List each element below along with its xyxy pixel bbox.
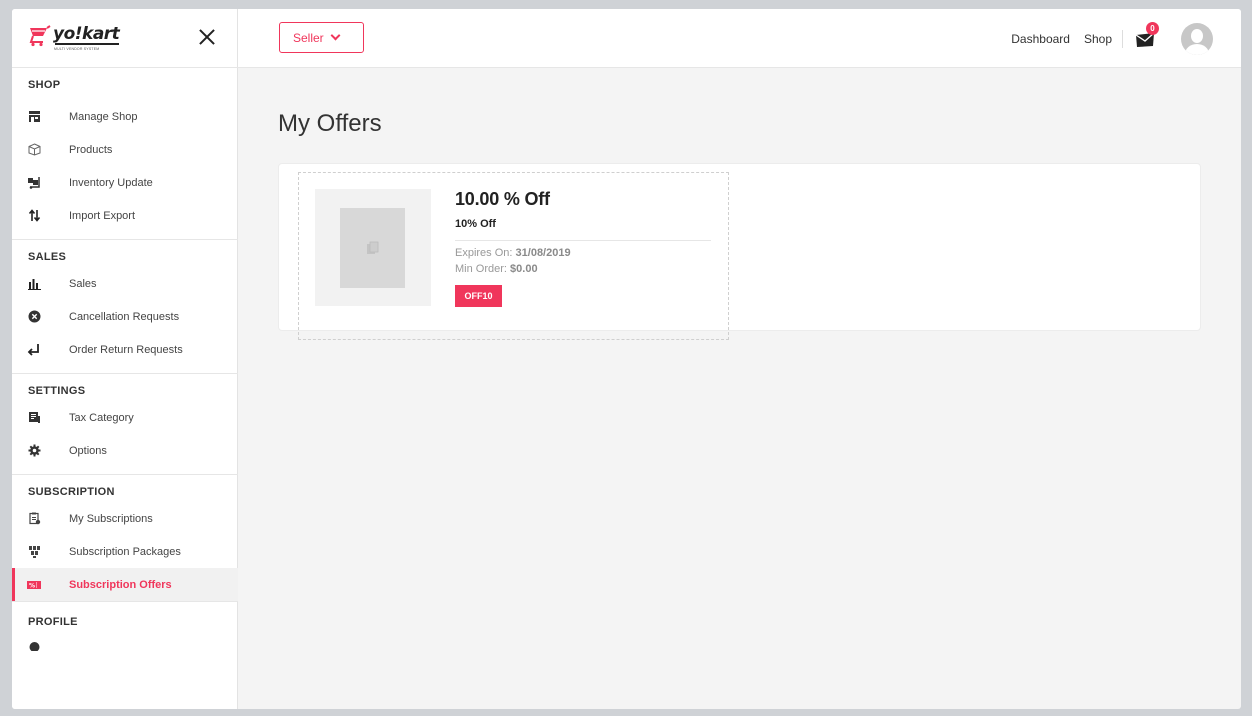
sort-arrows-icon: [27, 209, 41, 223]
sidebar-item-subscription-packages[interactable]: Subscription Packages: [12, 535, 238, 568]
role-selector-label: Seller: [293, 30, 324, 45]
close-sidebar-button[interactable]: [198, 28, 216, 46]
sidebar-item-sales[interactable]: Sales: [12, 267, 238, 300]
chevron-down-icon: [330, 30, 341, 41]
clipboard-icon: [27, 512, 41, 526]
cart-logo-icon: [29, 25, 51, 47]
sidebar-item-inventory-update[interactable]: Inventory Update: [12, 166, 238, 199]
divider: [1122, 29, 1123, 48]
section-title-text: SUBSCRIPTION: [28, 486, 115, 498]
logo-area: yo!kart MULTI VENDOR SYSTEM: [12, 9, 238, 68]
sidebar-item-label: Sales: [69, 277, 97, 290]
min-order-value: $0.00: [510, 263, 538, 275]
avatar-head: [1191, 28, 1203, 43]
sidebar-item-import-export[interactable]: Import Export: [12, 199, 238, 232]
sidebar-item-order-return-requests[interactable]: Order Return Requests: [12, 333, 238, 366]
sidebar-item-label: Options: [69, 444, 107, 457]
offer-subtitle: 10% Off: [455, 218, 496, 230]
sidebar-item-options[interactable]: Options: [12, 434, 238, 467]
notification-badge: 0: [1146, 21, 1159, 35]
sidebar-item-label: Manage Shop: [69, 110, 138, 123]
section-title-text: SALES: [28, 251, 67, 263]
svg-text:%: %: [29, 582, 35, 589]
brand-tagline: MULTI VENDOR SYSTEM: [54, 47, 100, 51]
top-links: Dashboard Shop 0: [1011, 9, 1213, 68]
dashboard-link[interactable]: Dashboard: [1011, 32, 1070, 46]
offers-card: 10.00 % Off 10% Off Expires On: 31/08/20…: [278, 163, 1201, 340]
times-circle-icon: [27, 310, 41, 324]
offer-item: 10.00 % Off 10% Off Expires On: 31/08/20…: [298, 172, 729, 340]
sidebar-item-my-subscriptions[interactable]: My Subscriptions: [12, 502, 238, 535]
placeholder-image: [340, 208, 405, 288]
box-icon: [27, 143, 41, 157]
avatar-body: [1185, 43, 1209, 55]
receipt-icon: [27, 411, 41, 425]
offer-min-order: Min Order: $0.00: [455, 263, 538, 275]
section-title-shop: SHOP: [12, 68, 238, 100]
sidebar-item-label: Subscription Offers: [69, 578, 172, 591]
brand-name: yo!kart: [53, 24, 120, 45]
min-order-label: Min Order:: [455, 263, 507, 275]
bar-chart-icon: [27, 277, 41, 291]
sidebar-item-products[interactable]: Products: [12, 133, 238, 166]
sidebar-item-label: My Subscriptions: [69, 512, 153, 525]
avatar[interactable]: [1181, 22, 1213, 55]
offer-thumbnail: [315, 189, 431, 306]
sidebar-item-label: Import Export: [69, 209, 136, 222]
sidebar-item-label: Cancellation Requests: [69, 310, 180, 323]
offer-code-badge[interactable]: OFF10: [455, 285, 502, 307]
section-title-text: SETTINGS: [28, 385, 86, 397]
section-title-text: PROFILE: [28, 616, 78, 628]
percent-tag-icon: %: [27, 578, 41, 592]
offer-title: 10.00 % Off: [455, 189, 550, 209]
sidebar-item-profile-partial[interactable]: [12, 634, 238, 654]
profile-icon: [27, 637, 41, 651]
app-window: Seller Dashboard Shop 0 yo!kart MULTI VE…: [12, 9, 1241, 709]
sidebar: yo!kart MULTI VENDOR SYSTEM SHOP Manage …: [12, 9, 238, 709]
sidebar-item-label: Subscription Packages: [69, 545, 181, 558]
sidebar-item-manage-shop[interactable]: Manage Shop: [12, 100, 238, 133]
image-placeholder-icon: [366, 241, 378, 254]
sidebar-item-label: Inventory Update: [69, 176, 153, 189]
packages-icon: [27, 545, 41, 559]
section-title-sales: SALES: [12, 240, 238, 266]
sidebar-item-label: Order Return Requests: [69, 343, 183, 356]
section-title-profile: PROFILE: [12, 602, 238, 634]
sidebar-item-cancellation-requests[interactable]: Cancellation Requests: [12, 300, 238, 333]
section-title-subscription: SUBSCRIPTION: [12, 475, 238, 501]
sidebar-item-label: Products: [69, 143, 113, 156]
sidebar-item-label: Tax Category: [69, 411, 134, 424]
section-title-text: SHOP: [28, 79, 61, 91]
section-title-settings: SETTINGS: [12, 374, 238, 400]
expiry-value: 31/08/2019: [515, 247, 571, 259]
brand-logo[interactable]: yo!kart MULTI VENDOR SYSTEM: [29, 24, 120, 53]
page-title: My Offers: [278, 110, 382, 137]
store-icon: [27, 110, 41, 124]
sidebar-item-subscription-offers[interactable]: % Subscription Offers: [12, 568, 238, 601]
return-arrow-icon: [27, 343, 41, 357]
shop-link[interactable]: Shop: [1084, 32, 1112, 46]
role-selector-button[interactable]: Seller: [279, 22, 364, 53]
expiry-label: Expires On:: [455, 247, 513, 259]
offer-expiry: Expires On: 31/08/2019: [455, 247, 571, 259]
messages-button[interactable]: 0: [1135, 21, 1159, 48]
sidebar-nav: SHOP Manage Shop Products Inventory Upda…: [12, 68, 238, 654]
gear-icon: [27, 444, 41, 458]
offer-divider: [455, 240, 711, 241]
sidebar-item-tax-category[interactable]: Tax Category: [12, 401, 238, 434]
dolly-icon: [27, 176, 41, 190]
